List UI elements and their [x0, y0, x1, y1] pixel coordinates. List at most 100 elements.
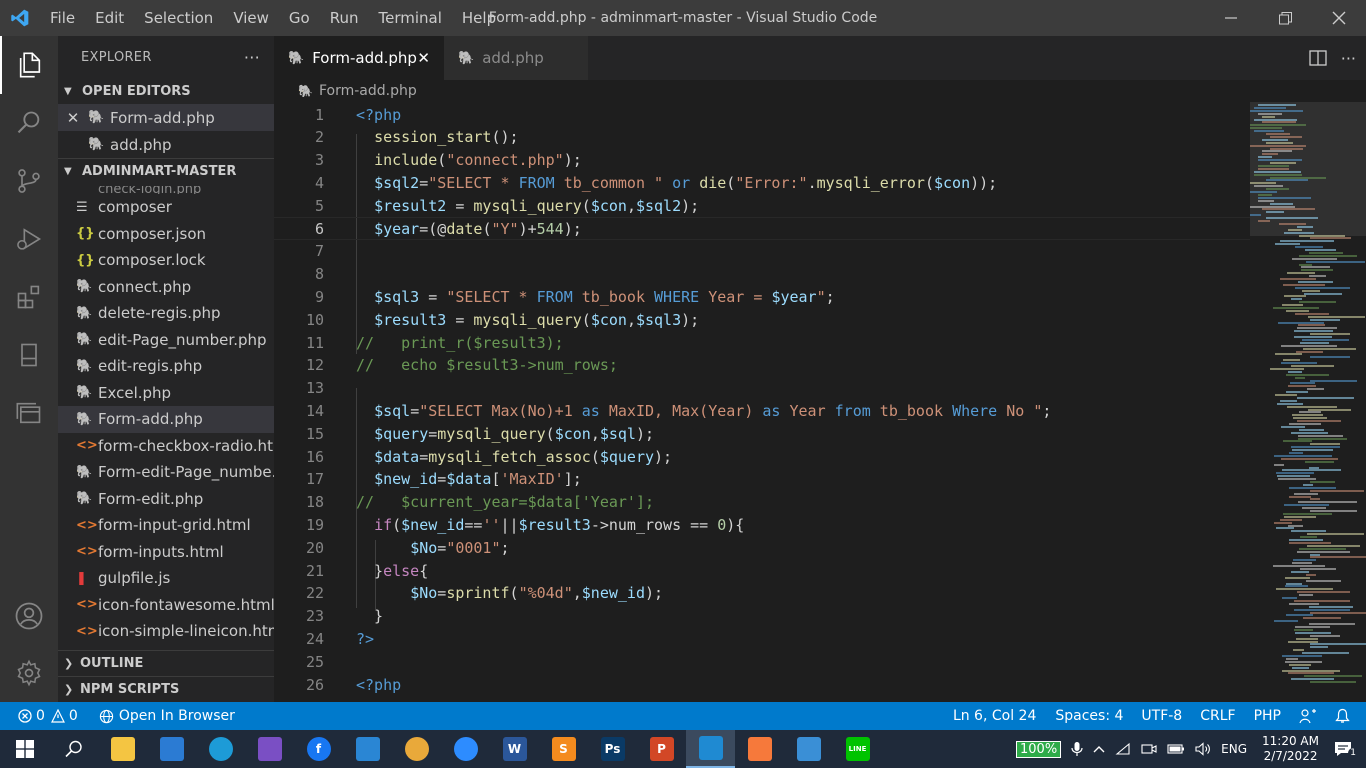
- cursor-position-status[interactable]: Ln 6, Col 24: [944, 702, 1045, 730]
- split-editor-icon[interactable]: [1309, 49, 1327, 67]
- outline-section-header[interactable]: ❯ OUTLINE: [58, 650, 274, 676]
- minimap[interactable]: [1250, 102, 1366, 702]
- code-line[interactable]: 12 // echo $result3->num_rows;: [274, 354, 1250, 377]
- code-line[interactable]: 20 $No="0001";: [274, 536, 1250, 559]
- menu-edit[interactable]: Edit: [85, 0, 134, 36]
- tree-item[interactable]: 🐘 edit-Page_number.php: [58, 327, 274, 354]
- menu-terminal[interactable]: Terminal: [369, 0, 452, 36]
- menu-view[interactable]: View: [223, 0, 279, 36]
- battery-status[interactable]: 100%: [1011, 730, 1066, 768]
- restore-button[interactable]: [1258, 0, 1312, 36]
- taskbar-app-powerpoint[interactable]: P: [637, 730, 686, 768]
- code-line[interactable]: 14 $sql="SELECT Max(No)+1 as MaxID, Max(…: [274, 399, 1250, 422]
- code-line[interactable]: 19 if($new_id==''||$result3->num_rows ==…: [274, 513, 1250, 536]
- code-line[interactable]: 11 // print_r($result3);: [274, 331, 1250, 354]
- tree-item[interactable]: 🐘 connect.php: [58, 274, 274, 301]
- tree-item[interactable]: {} composer.lock: [58, 247, 274, 274]
- tab-add[interactable]: 🐘 add.php: [444, 36, 588, 80]
- taskbar-app-line[interactable]: LINE: [833, 730, 882, 768]
- power-tray[interactable]: [1162, 730, 1190, 768]
- tree-item[interactable]: <> form-checkbox-radio.ht...: [58, 433, 274, 460]
- code-line[interactable]: 17 $new_id=$data['MaxID'];: [274, 468, 1250, 491]
- taskbar-app-photoshop[interactable]: Ps: [588, 730, 637, 768]
- tree-item[interactable]: 🐘 edit-regis.php: [58, 353, 274, 380]
- code-line[interactable]: 4 $sql2="SELECT * FROM tb_common " or di…: [274, 171, 1250, 194]
- remote-activity-button[interactable]: [0, 326, 58, 384]
- account-activity-button[interactable]: [0, 587, 58, 645]
- tree-item[interactable]: 🐘 delete-regis.php: [58, 300, 274, 327]
- menu-file[interactable]: File: [40, 0, 85, 36]
- code-line[interactable]: 2 session_start();: [274, 126, 1250, 149]
- code-line[interactable]: 23 }: [274, 605, 1250, 628]
- tree-item[interactable]: <> icon-simple-lineicon.html: [58, 618, 274, 645]
- taskbar-app-visual-studio[interactable]: [245, 730, 294, 768]
- taskbar-app-facebook[interactable]: f: [294, 730, 343, 768]
- code-line[interactable]: 6 $year=(@date("Y")+544);: [274, 217, 1250, 240]
- taskbar-app-zoom[interactable]: [441, 730, 490, 768]
- taskbar-app-control-panel[interactable]: [784, 730, 833, 768]
- code-line[interactable]: 3 include("connect.php");: [274, 149, 1250, 172]
- indentation-status[interactable]: Spaces: 4: [1045, 702, 1132, 730]
- show-hidden-icons[interactable]: [1088, 730, 1110, 768]
- taskbar-search-button[interactable]: [49, 730, 98, 768]
- tree-item[interactable]: 🐘 Form-edit.php: [58, 486, 274, 513]
- encoding-status[interactable]: UTF-8: [1132, 702, 1191, 730]
- code-line[interactable]: 1 <?php: [274, 103, 1250, 126]
- code-line[interactable]: 25: [274, 650, 1250, 673]
- tree-item-partial[interactable]: check-login.php: [58, 186, 274, 194]
- code-line[interactable]: 24 ?>: [274, 627, 1250, 650]
- taskbar-app-store[interactable]: [147, 730, 196, 768]
- open-editor-item[interactable]: 🐘 add.php: [58, 131, 274, 158]
- volume-tray[interactable]: [1190, 730, 1216, 768]
- tree-item[interactable]: 🐘 Excel.php: [58, 380, 274, 407]
- more-actions-icon[interactable]: ···: [244, 48, 260, 67]
- action-center[interactable]: 1: [1329, 730, 1366, 768]
- tab-form-add[interactable]: 🐘 Form-add.php ✕: [274, 36, 444, 80]
- tree-item[interactable]: {} composer.json: [58, 221, 274, 248]
- code-line[interactable]: 21 }else{: [274, 559, 1250, 582]
- network-tray[interactable]: [1110, 730, 1136, 768]
- code-line[interactable]: 13: [274, 377, 1250, 400]
- code-line[interactable]: 5 $result2 = mysqli_query($con,$sql2);: [274, 194, 1250, 217]
- feedback-status[interactable]: [1290, 702, 1326, 730]
- tree-item[interactable]: ❚ gulpfile.js: [58, 565, 274, 592]
- taskbar-app-edge[interactable]: [196, 730, 245, 768]
- menu-go[interactable]: Go: [279, 0, 320, 36]
- notifications-status[interactable]: [1326, 702, 1366, 730]
- menu-help[interactable]: Help: [452, 0, 506, 36]
- code-line[interactable]: 15 $query=mysqli_query($con,$sql);: [274, 422, 1250, 445]
- taskbar-app-vscode[interactable]: [686, 730, 735, 768]
- taskbar-app-file-explorer[interactable]: [98, 730, 147, 768]
- search-activity-button[interactable]: [0, 94, 58, 152]
- code-line[interactable]: 16 $data=mysqli_fetch_assoc($query);: [274, 445, 1250, 468]
- close-editor-icon[interactable]: ✕: [58, 109, 88, 127]
- explorer-activity-button[interactable]: [0, 36, 58, 94]
- tree-item[interactable]: ☰ composer: [58, 194, 274, 221]
- clock[interactable]: 11:20 AM 2/7/2022: [1252, 734, 1329, 764]
- code-editor[interactable]: 1 <?php 2 session_start(); 3 include("conne…: [274, 102, 1250, 702]
- eol-status[interactable]: CRLF: [1191, 702, 1244, 730]
- project-folder-header[interactable]: ▼ ADMINMART-MASTER: [58, 158, 274, 184]
- extensions-activity-button[interactable]: [0, 268, 58, 326]
- microphone-tray[interactable]: [1066, 730, 1088, 768]
- close-tab-icon[interactable]: ✕: [417, 49, 430, 67]
- input-language[interactable]: ENG: [1216, 730, 1252, 768]
- tree-item[interactable]: <> icon-fontawesome.html: [58, 592, 274, 619]
- language-mode-status[interactable]: PHP: [1245, 702, 1290, 730]
- settings-activity-button[interactable]: [0, 644, 58, 702]
- minimize-button[interactable]: [1204, 0, 1258, 36]
- layers-activity-button[interactable]: [0, 384, 58, 442]
- menu-run[interactable]: Run: [320, 0, 369, 36]
- source-control-activity-button[interactable]: [0, 152, 58, 210]
- tree-item[interactable]: 🐘 Form-edit-Page_numbe...: [58, 459, 274, 486]
- open-editors-header[interactable]: ▼ OPEN EDITORS: [58, 78, 274, 104]
- taskbar-app-sublime[interactable]: S: [539, 730, 588, 768]
- code-line[interactable]: 10 $result3 = mysqli_query($con,$sql3);: [274, 308, 1250, 331]
- code-line[interactable]: 8: [274, 263, 1250, 286]
- tree-item-selected[interactable]: 🐘 Form-add.php: [58, 406, 274, 433]
- taskbar-app-chrome[interactable]: [392, 730, 441, 768]
- menu-selection[interactable]: Selection: [134, 0, 223, 36]
- code-line[interactable]: 22 $No=sprintf("%04d",$new_id);: [274, 582, 1250, 605]
- more-actions-icon[interactable]: ···: [1341, 49, 1356, 68]
- code-line[interactable]: 26 <?php: [274, 673, 1250, 696]
